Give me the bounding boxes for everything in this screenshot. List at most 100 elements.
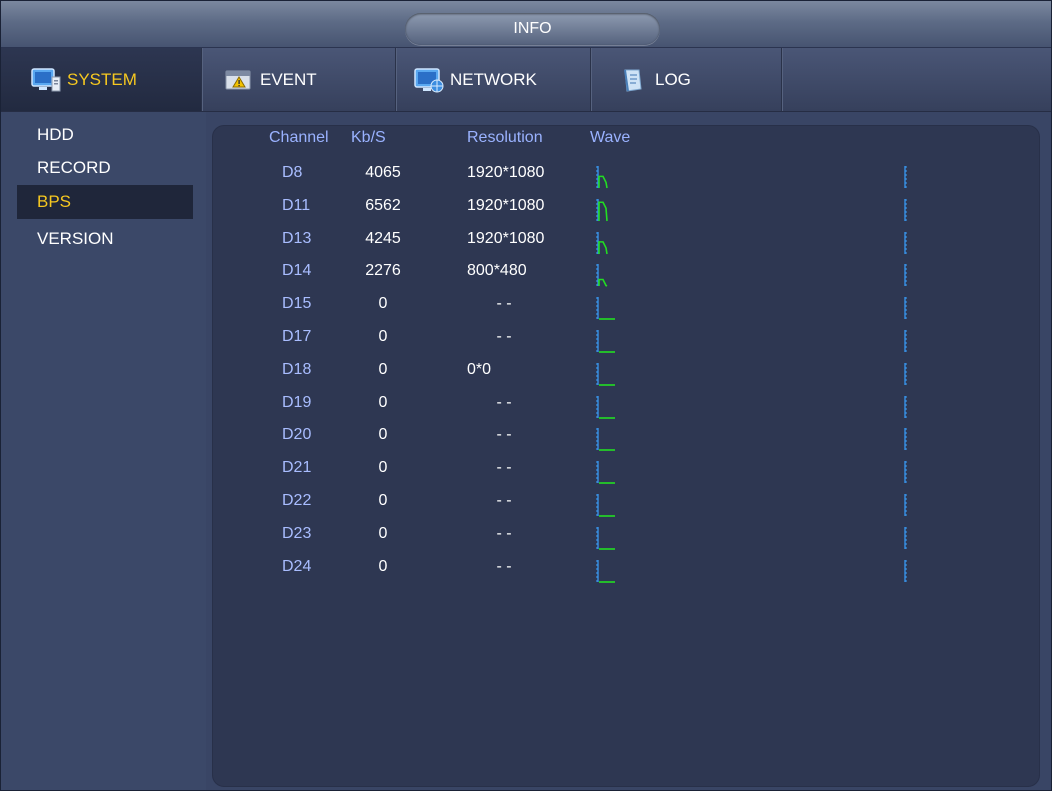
- table-row: D19 0 - -: [213, 394, 1039, 427]
- wave-scale-end: [904, 362, 907, 385]
- sidebar: HDD RECORD BPS VERSION: [1, 112, 206, 790]
- kbs-cell: 0: [378, 360, 388, 378]
- resolution-cell: 800*480: [467, 262, 527, 280]
- kbs-cell: 4245: [365, 229, 401, 247]
- wave-scale-end: [904, 297, 907, 320]
- table-row: D18 0 0*0: [213, 361, 1039, 394]
- log-icon: [619, 67, 649, 93]
- info-window: INFO SYSTEM EVENT NETWORK LOG HDD RECORD…: [0, 0, 1052, 791]
- resolution-cell: - -: [496, 492, 512, 509]
- wave-graph: [596, 461, 615, 484]
- kbs-cell: 0: [378, 524, 388, 542]
- wave-scale-end: [904, 526, 907, 549]
- column-header-kbs: Kb/S: [351, 129, 386, 146]
- table-row: D13 4245 1920*1080: [213, 230, 1039, 263]
- resolution-cell: 1920*1080: [467, 196, 545, 214]
- kbs-cell: 0: [378, 492, 388, 509]
- sidebar-item-bps[interactable]: BPS: [17, 185, 193, 219]
- wave-graph: [596, 559, 615, 583]
- channel-cell: D24: [282, 557, 312, 575]
- sidebar-item-hdd[interactable]: HDD: [17, 118, 193, 152]
- wave-scale-end: [904, 559, 907, 582]
- channel-cell: D23: [282, 524, 312, 542]
- table-row: D15 0 - -: [213, 295, 1039, 328]
- channel-cell: D22: [282, 492, 312, 509]
- resolution-cell: 1920*1080: [467, 164, 545, 181]
- wave-graph: [596, 166, 608, 189]
- table-row: D14 2276 800*480: [213, 262, 1039, 295]
- kbs-cell: 0: [378, 459, 388, 477]
- tab-system[interactable]: SYSTEM: [1, 48, 202, 111]
- resolution-cell: - -: [496, 295, 512, 313]
- channel-cell: D19: [282, 393, 312, 411]
- wave-graph: [596, 494, 615, 517]
- channel-cell: D17: [282, 328, 312, 345]
- tab-network[interactable]: NETWORK: [396, 48, 591, 111]
- wave-graph: [596, 362, 615, 386]
- sidebar-item-record[interactable]: RECORD: [17, 151, 193, 185]
- resolution-cell: 1920*1080: [467, 229, 545, 247]
- resolution-cell: - -: [496, 524, 512, 542]
- table-row: D17 0 - -: [213, 328, 1039, 361]
- tab-event-label: EVENT: [260, 69, 317, 89]
- table-row: D24 0 - -: [213, 558, 1039, 591]
- table-row: D20 0 - -: [213, 426, 1039, 459]
- table-row: D8 4065 1920*1080: [213, 164, 1039, 197]
- event-icon: [224, 67, 254, 93]
- wave-scale-end: [904, 461, 907, 484]
- kbs-cell: 6562: [365, 196, 401, 214]
- column-header-wave: Wave: [590, 129, 631, 146]
- table-row: D21 0 - -: [213, 459, 1039, 492]
- main-tab-bar: SYSTEM EVENT NETWORK LOG: [1, 48, 1051, 112]
- wave-scale-end: [904, 395, 907, 418]
- wave-scale-end: [904, 166, 907, 188]
- resolution-cell: - -: [496, 426, 512, 444]
- resolution-cell: - -: [496, 328, 512, 345]
- resolution-cell: - -: [496, 557, 512, 575]
- channel-cell: D13: [282, 229, 312, 247]
- kbs-cell: 0: [378, 393, 388, 411]
- network-icon: [414, 67, 444, 93]
- column-header-resolution: Resolution: [467, 129, 543, 146]
- wave-scale-end: [904, 198, 907, 221]
- wave-graph: [596, 526, 615, 550]
- resolution-cell: - -: [496, 393, 512, 411]
- table-row: D22 0 - -: [213, 492, 1039, 525]
- wave-scale-end: [904, 264, 907, 287]
- wave-graph: [596, 231, 608, 254]
- title-bar: INFO: [1, 1, 1051, 48]
- bps-panel: Channel Kb/S Resolution Wave D8 4065 1920*…: [212, 125, 1040, 787]
- tab-log[interactable]: LOG: [591, 48, 782, 111]
- channel-cell: D8: [282, 164, 303, 181]
- wave-graph: [596, 395, 615, 419]
- wave-scale-end: [904, 494, 907, 516]
- wave-graph: [596, 198, 608, 221]
- wave-scale-end: [904, 231, 907, 254]
- tab-log-label: LOG: [655, 69, 691, 89]
- channel-cell: D21: [282, 459, 312, 477]
- tab-network-label: NETWORK: [450, 69, 537, 89]
- monitor-icon: [31, 67, 61, 93]
- kbs-cell: 0: [378, 426, 388, 444]
- resolution-cell: 0*0: [467, 360, 492, 378]
- wave-graph: [596, 428, 615, 452]
- wave-graph: [596, 264, 608, 288]
- table-row: D23 0 - -: [213, 525, 1039, 558]
- wave-graph: [596, 330, 615, 353]
- tab-event[interactable]: EVENT: [202, 48, 396, 111]
- kbs-cell: 0: [378, 295, 388, 313]
- kbs-cell: 2276: [365, 262, 401, 280]
- column-header-channel: Channel: [269, 129, 329, 146]
- sidebar-item-version[interactable]: VERSION: [17, 222, 193, 256]
- channel-cell: D20: [282, 426, 312, 444]
- channel-cell: D14: [282, 262, 312, 280]
- kbs-cell: 4065: [365, 164, 401, 181]
- channel-cell: D11: [282, 196, 311, 214]
- wave-graph: [596, 297, 615, 320]
- channel-cell: D18: [282, 360, 312, 378]
- table-row: D11 6562 1920*1080: [213, 197, 1039, 230]
- kbs-cell: 0: [378, 557, 388, 575]
- wave-scale-end: [904, 330, 907, 352]
- tab-system-label: SYSTEM: [67, 69, 137, 89]
- window-title: INFO: [405, 13, 660, 45]
